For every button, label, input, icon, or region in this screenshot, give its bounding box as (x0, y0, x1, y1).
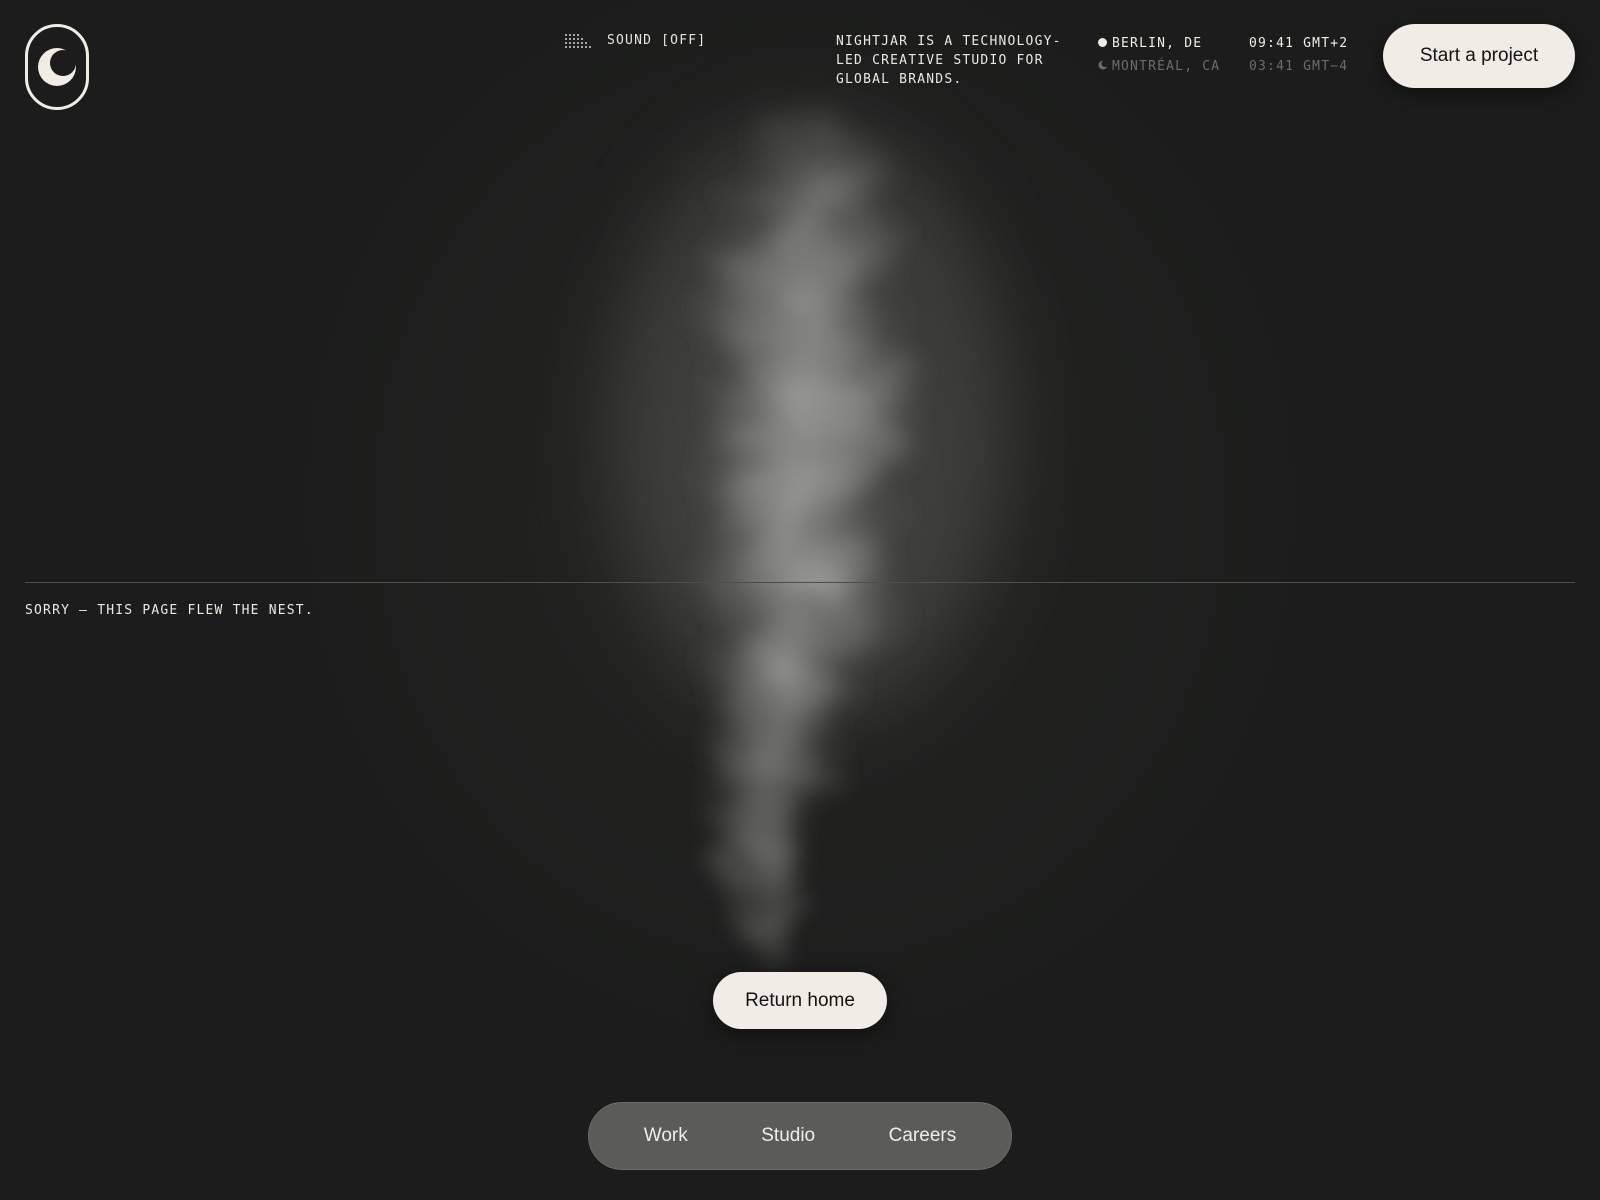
sun-dot-icon (1098, 32, 1112, 55)
nav-item-work[interactable]: Work (630, 1117, 702, 1155)
crescent-moon-icon (38, 48, 76, 86)
nightjar-logo[interactable] (25, 24, 89, 110)
location-row-montreal: MONTRÉAL, CA 03:41 GMT−4 (1098, 55, 1348, 78)
moon-icon (1098, 55, 1112, 78)
error-message: SORRY — THIS PAGE FLEW THE NEST. (25, 603, 314, 618)
sound-label: SOUND [OFF] (607, 32, 707, 48)
location-city: MONTRÉAL, CA (1112, 59, 1221, 74)
studio-tagline: NIGHTJAR IS A TECHNOLOGY-LED CREATIVE ST… (836, 34, 1062, 87)
return-home-button[interactable]: Return home (713, 972, 887, 1029)
bottom-nav: Work Studio Careers (588, 1102, 1012, 1170)
location-time: 09:41 GMT+2 (1249, 36, 1349, 51)
start-project-button[interactable]: Start a project (1383, 24, 1575, 88)
sound-bars-icon (565, 34, 591, 48)
sound-toggle[interactable]: SOUND [OFF] (565, 32, 706, 48)
location-row-berlin: BERLIN, DE 09:41 GMT+2 (1098, 32, 1348, 55)
divider-line (25, 582, 1575, 583)
location-city: BERLIN, DE (1112, 36, 1203, 51)
location-clocks: BERLIN, DE 09:41 GMT+2 MONTRÉAL, CA 03:4… (1098, 32, 1348, 78)
nav-item-careers[interactable]: Careers (875, 1117, 971, 1155)
location-time: 03:41 GMT−4 (1249, 59, 1349, 74)
nav-item-studio[interactable]: Studio (747, 1117, 829, 1155)
